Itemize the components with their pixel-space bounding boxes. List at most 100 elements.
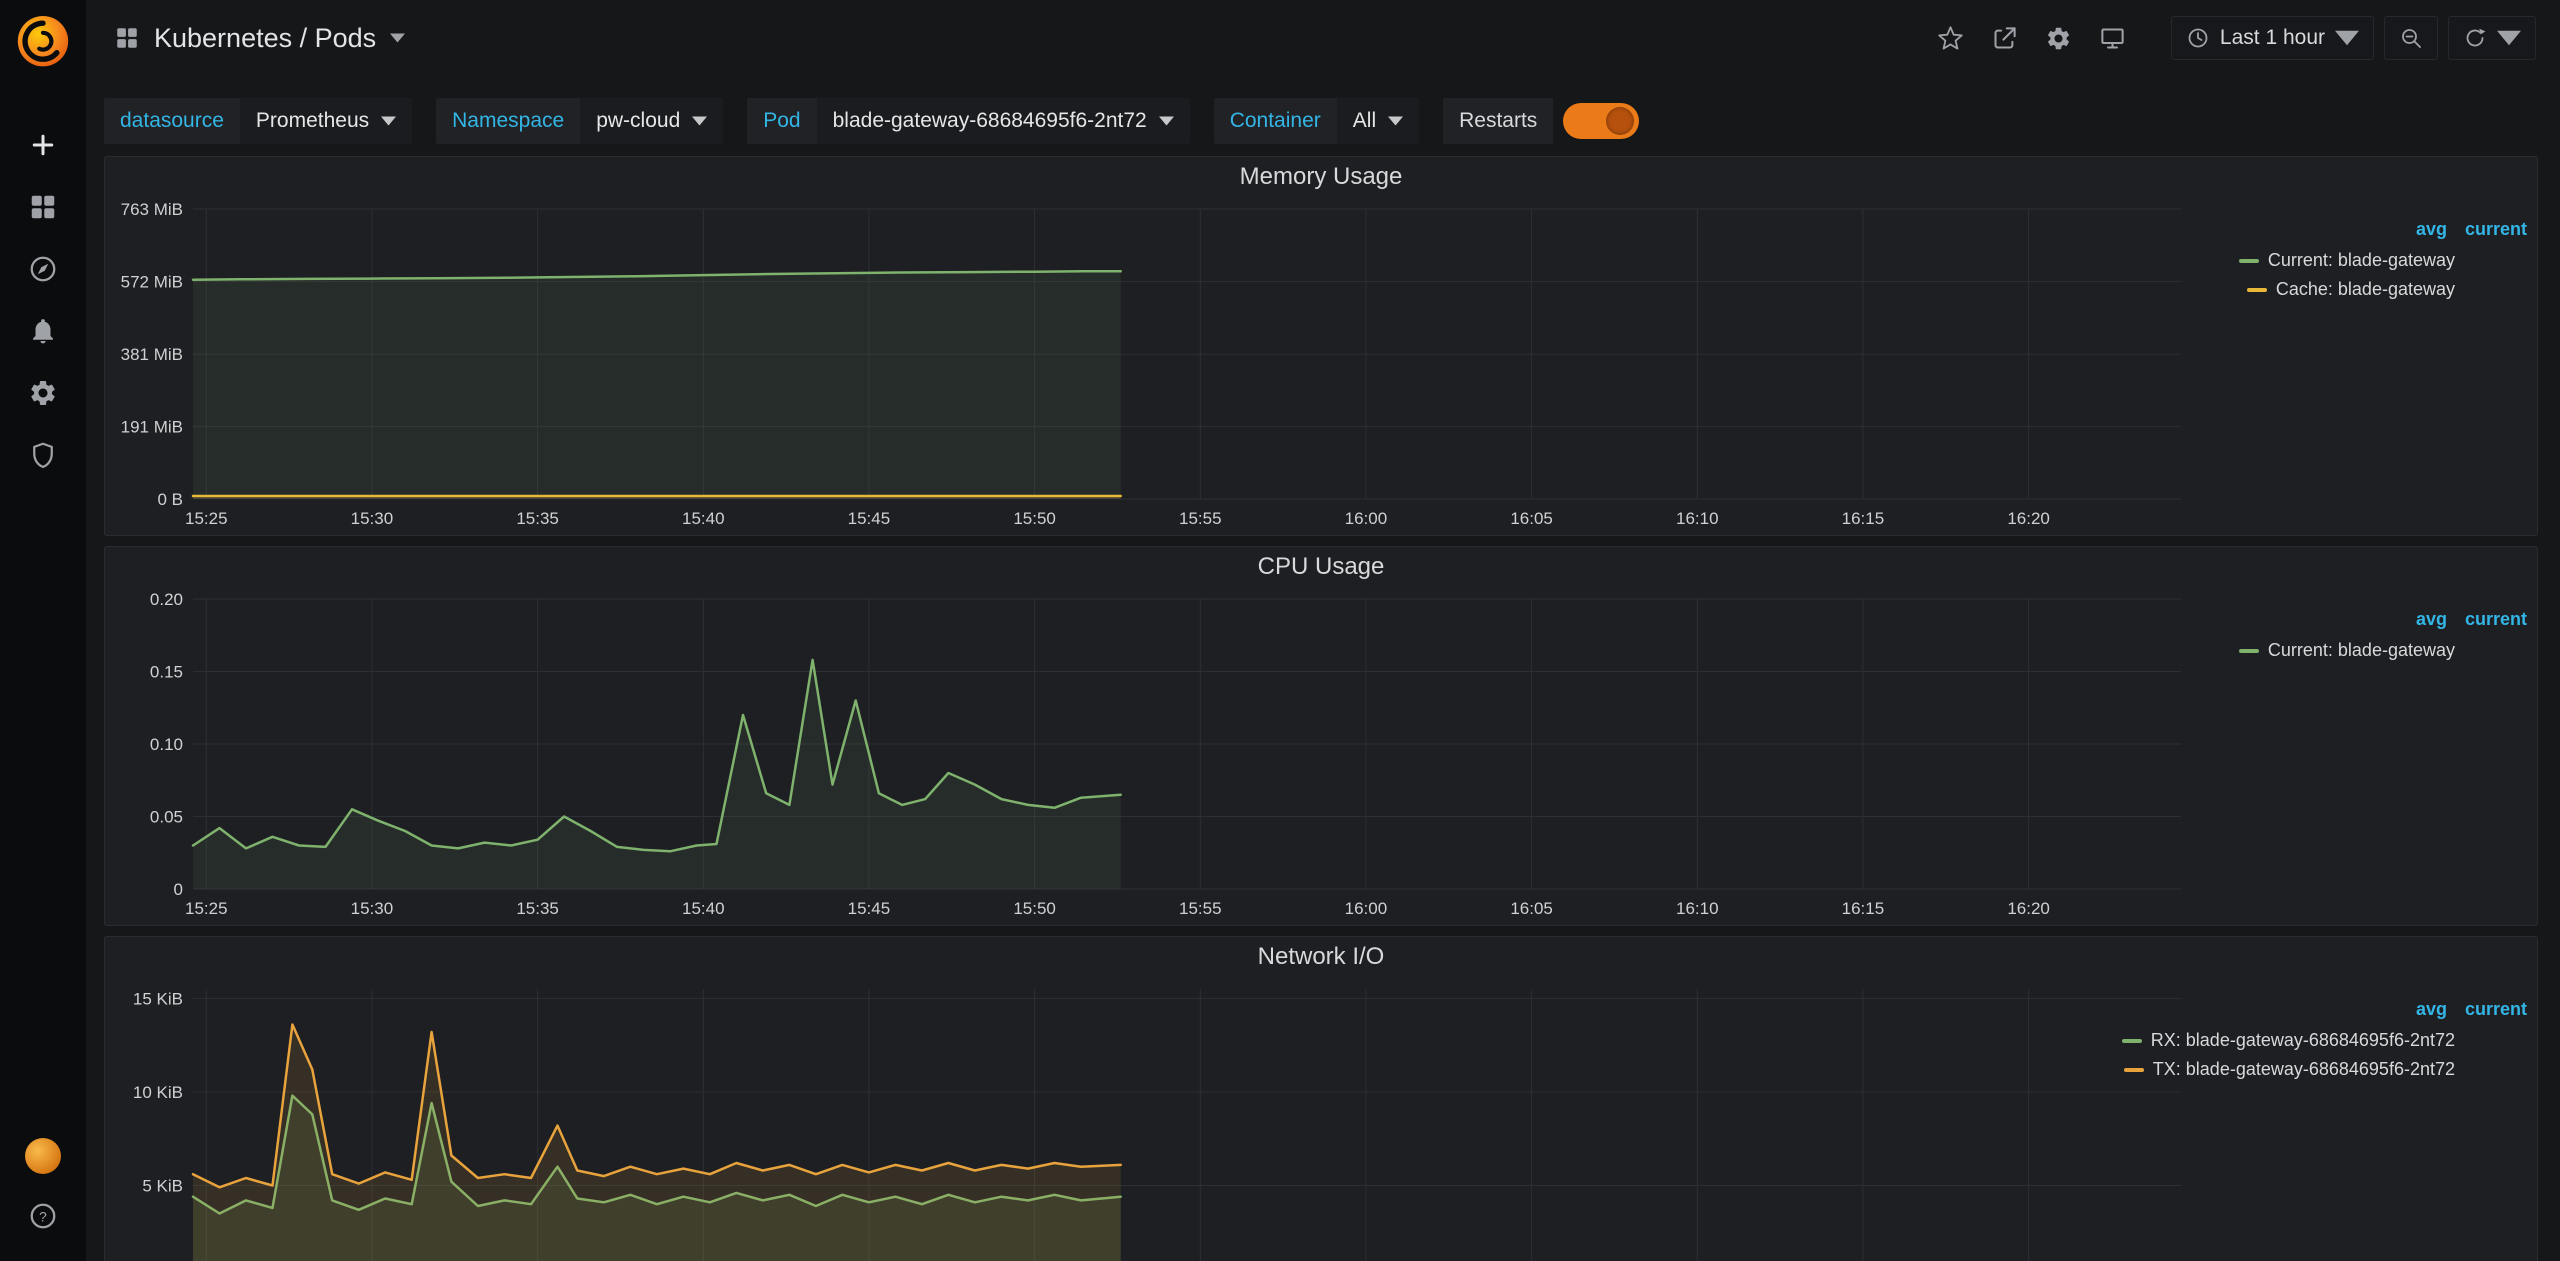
- legend-sort-avg[interactable]: avg: [2416, 999, 2447, 1020]
- panel-memory-usage: Memory Usage 0 B191 MiB381 MiB572 MiB763…: [104, 156, 2538, 536]
- svg-text:16:20: 16:20: [2007, 899, 2050, 918]
- svg-text:0.05: 0.05: [150, 808, 183, 827]
- legend-series-item[interactable]: RX: blade-gateway-68684695f6-2nt72: [2197, 1030, 2455, 1051]
- variable-pod: Pod blade-gateway-68684695f6-2nt72: [747, 98, 1189, 144]
- alerting-bell-icon: [28, 316, 58, 346]
- dashboard-settings-button[interactable]: [2037, 16, 2081, 60]
- svg-text:15:25: 15:25: [185, 509, 228, 528]
- panel-body: 0 B5 KiB10 KiB15 KiB15:2515:3015:3515:40…: [105, 977, 2537, 1261]
- panel-title[interactable]: CPU Usage: [105, 547, 2537, 587]
- star-icon: [1937, 25, 1964, 52]
- navbar-breadcrumb: Kubernetes / Pods: [114, 23, 405, 54]
- panel-title[interactable]: Memory Usage: [105, 157, 2537, 197]
- refresh-dashboard-button[interactable]: [2448, 16, 2536, 60]
- legend-series-label: TX: blade-gateway-68684695f6-2nt72: [2153, 1059, 2455, 1080]
- panel-title[interactable]: Network I/O: [105, 937, 2537, 977]
- svg-text:15:35: 15:35: [516, 899, 559, 918]
- clock-icon: [2186, 26, 2210, 50]
- variable-restarts-label: Restarts: [1443, 98, 1553, 144]
- time-range-label: Last 1 hour: [2220, 26, 2325, 50]
- legend-sort-avg[interactable]: avg: [2416, 219, 2447, 240]
- variable-container-label: Container: [1214, 98, 1337, 144]
- sidebar-item-explore[interactable]: [23, 250, 63, 288]
- svg-text:0.10: 0.10: [150, 735, 183, 754]
- legend-sort-current[interactable]: current: [2465, 219, 2527, 240]
- variable-datasource-value[interactable]: Prometheus: [240, 98, 412, 144]
- sidebar-item-alerting[interactable]: [23, 312, 63, 350]
- apps-icon: [114, 25, 140, 51]
- variable-datasource-selected: Prometheus: [256, 109, 369, 133]
- svg-text:16:05: 16:05: [1510, 899, 1553, 918]
- sidebar-nav: [23, 126, 63, 474]
- dashboard-panels: Memory Usage 0 B191 MiB381 MiB572 MiB763…: [86, 156, 2560, 1261]
- cpu-usage-chart[interactable]: 00.050.100.150.2015:2515:3015:3515:4015:…: [105, 587, 2197, 923]
- variable-pod-value[interactable]: blade-gateway-68684695f6-2nt72: [817, 98, 1190, 144]
- svg-text:16:00: 16:00: [1345, 899, 1388, 918]
- svg-text:0 B: 0 B: [157, 490, 183, 509]
- toggle-knob: [1606, 107, 1634, 135]
- svg-text:15:50: 15:50: [1013, 899, 1056, 918]
- svg-text:16:10: 16:10: [1676, 899, 1719, 918]
- chevron-down-icon[interactable]: [390, 33, 405, 43]
- chart-svg: 0 B191 MiB381 MiB572 MiB763 MiB15:2515:3…: [105, 197, 2197, 533]
- legend-series-item[interactable]: Current: blade-gateway: [2197, 250, 2455, 271]
- sidebar-item-create[interactable]: [23, 126, 63, 164]
- panel-cpu-usage: CPU Usage 00.050.100.150.2015:2515:3015:…: [104, 546, 2538, 926]
- svg-text:15:30: 15:30: [351, 899, 394, 918]
- sidebar-item-server-admin[interactable]: [23, 436, 63, 474]
- share-icon: [1991, 25, 2018, 52]
- svg-text:15:50: 15:50: [1013, 509, 1056, 528]
- legend-sort-current[interactable]: current: [2465, 609, 2527, 630]
- sidebar-item-help[interactable]: ?: [23, 1197, 63, 1235]
- navbar: Kubernetes / Pods: [86, 0, 2560, 76]
- chevron-down-icon: [2335, 26, 2359, 50]
- chevron-down-icon[interactable]: [2497, 26, 2521, 50]
- svg-text:15:35: 15:35: [516, 509, 559, 528]
- zoom-out-time-button[interactable]: [2384, 16, 2438, 60]
- legend-sort-current[interactable]: current: [2465, 999, 2527, 1020]
- legend-rows: RX: blade-gateway-68684695f6-2nt72 TX: bl…: [2197, 1030, 2527, 1080]
- panel-network-io: Network I/O 0 B5 KiB10 KiB15 KiB15:2515:…: [104, 936, 2538, 1261]
- svg-text:?: ?: [39, 1209, 47, 1224]
- share-dashboard-button[interactable]: [1983, 16, 2027, 60]
- memory-usage-chart[interactable]: 0 B191 MiB381 MiB572 MiB763 MiB15:2515:3…: [105, 197, 2197, 533]
- svg-text:15 KiB: 15 KiB: [133, 989, 183, 1008]
- network-io-chart[interactable]: 0 B5 KiB10 KiB15 KiB15:2515:3015:3515:40…: [105, 977, 2197, 1261]
- shield-icon: [28, 440, 58, 470]
- cpu-usage-legend: avg current Current: blade-gateway: [2197, 587, 2537, 925]
- variable-namespace-label: Namespace: [436, 98, 580, 144]
- dashboards-grid-icon: [28, 192, 58, 222]
- variable-namespace-value[interactable]: pw-cloud: [580, 98, 723, 144]
- legend-headers: avg current: [2197, 609, 2527, 630]
- svg-text:16:10: 16:10: [1676, 509, 1719, 528]
- cycle-view-mode-button[interactable]: [2091, 16, 2135, 60]
- legend-series-item[interactable]: Cache: blade-gateway: [2197, 279, 2455, 300]
- variable-pod-selected: blade-gateway-68684695f6-2nt72: [833, 109, 1147, 133]
- legend-headers: avg current: [2197, 999, 2527, 1020]
- sidebar-item-configuration[interactable]: [23, 374, 63, 412]
- restarts-toggle[interactable]: [1563, 103, 1639, 139]
- time-range-picker[interactable]: Last 1 hour: [2171, 16, 2374, 60]
- series-color-swatch: [2239, 259, 2259, 263]
- legend-series-item[interactable]: TX: blade-gateway-68684695f6-2nt72: [2197, 1059, 2455, 1080]
- variable-namespace: Namespace pw-cloud: [436, 98, 723, 144]
- grafana-logo[interactable]: [13, 10, 73, 70]
- refresh-icon: [2463, 26, 2487, 50]
- svg-text:191 MiB: 191 MiB: [121, 417, 183, 436]
- sidebar-item-dashboards[interactable]: [23, 188, 63, 226]
- sidebar-item-profile[interactable]: [23, 1137, 63, 1175]
- user-avatar: [25, 1138, 61, 1174]
- variable-namespace-selected: pw-cloud: [596, 109, 680, 133]
- svg-text:0.20: 0.20: [150, 590, 183, 609]
- chevron-down-icon: [692, 116, 707, 126]
- star-dashboard-button[interactable]: [1929, 16, 1973, 60]
- series-color-swatch: [2122, 1039, 2142, 1043]
- dashboard-title[interactable]: Kubernetes / Pods: [154, 23, 376, 54]
- legend-sort-avg[interactable]: avg: [2416, 609, 2447, 630]
- legend-series-item[interactable]: Current: blade-gateway: [2197, 640, 2455, 661]
- variable-container-value[interactable]: All: [1337, 98, 1419, 144]
- svg-text:5 KiB: 5 KiB: [142, 1177, 183, 1196]
- svg-text:16:05: 16:05: [1510, 509, 1553, 528]
- series-color-swatch: [2247, 288, 2267, 292]
- svg-text:15:55: 15:55: [1179, 509, 1222, 528]
